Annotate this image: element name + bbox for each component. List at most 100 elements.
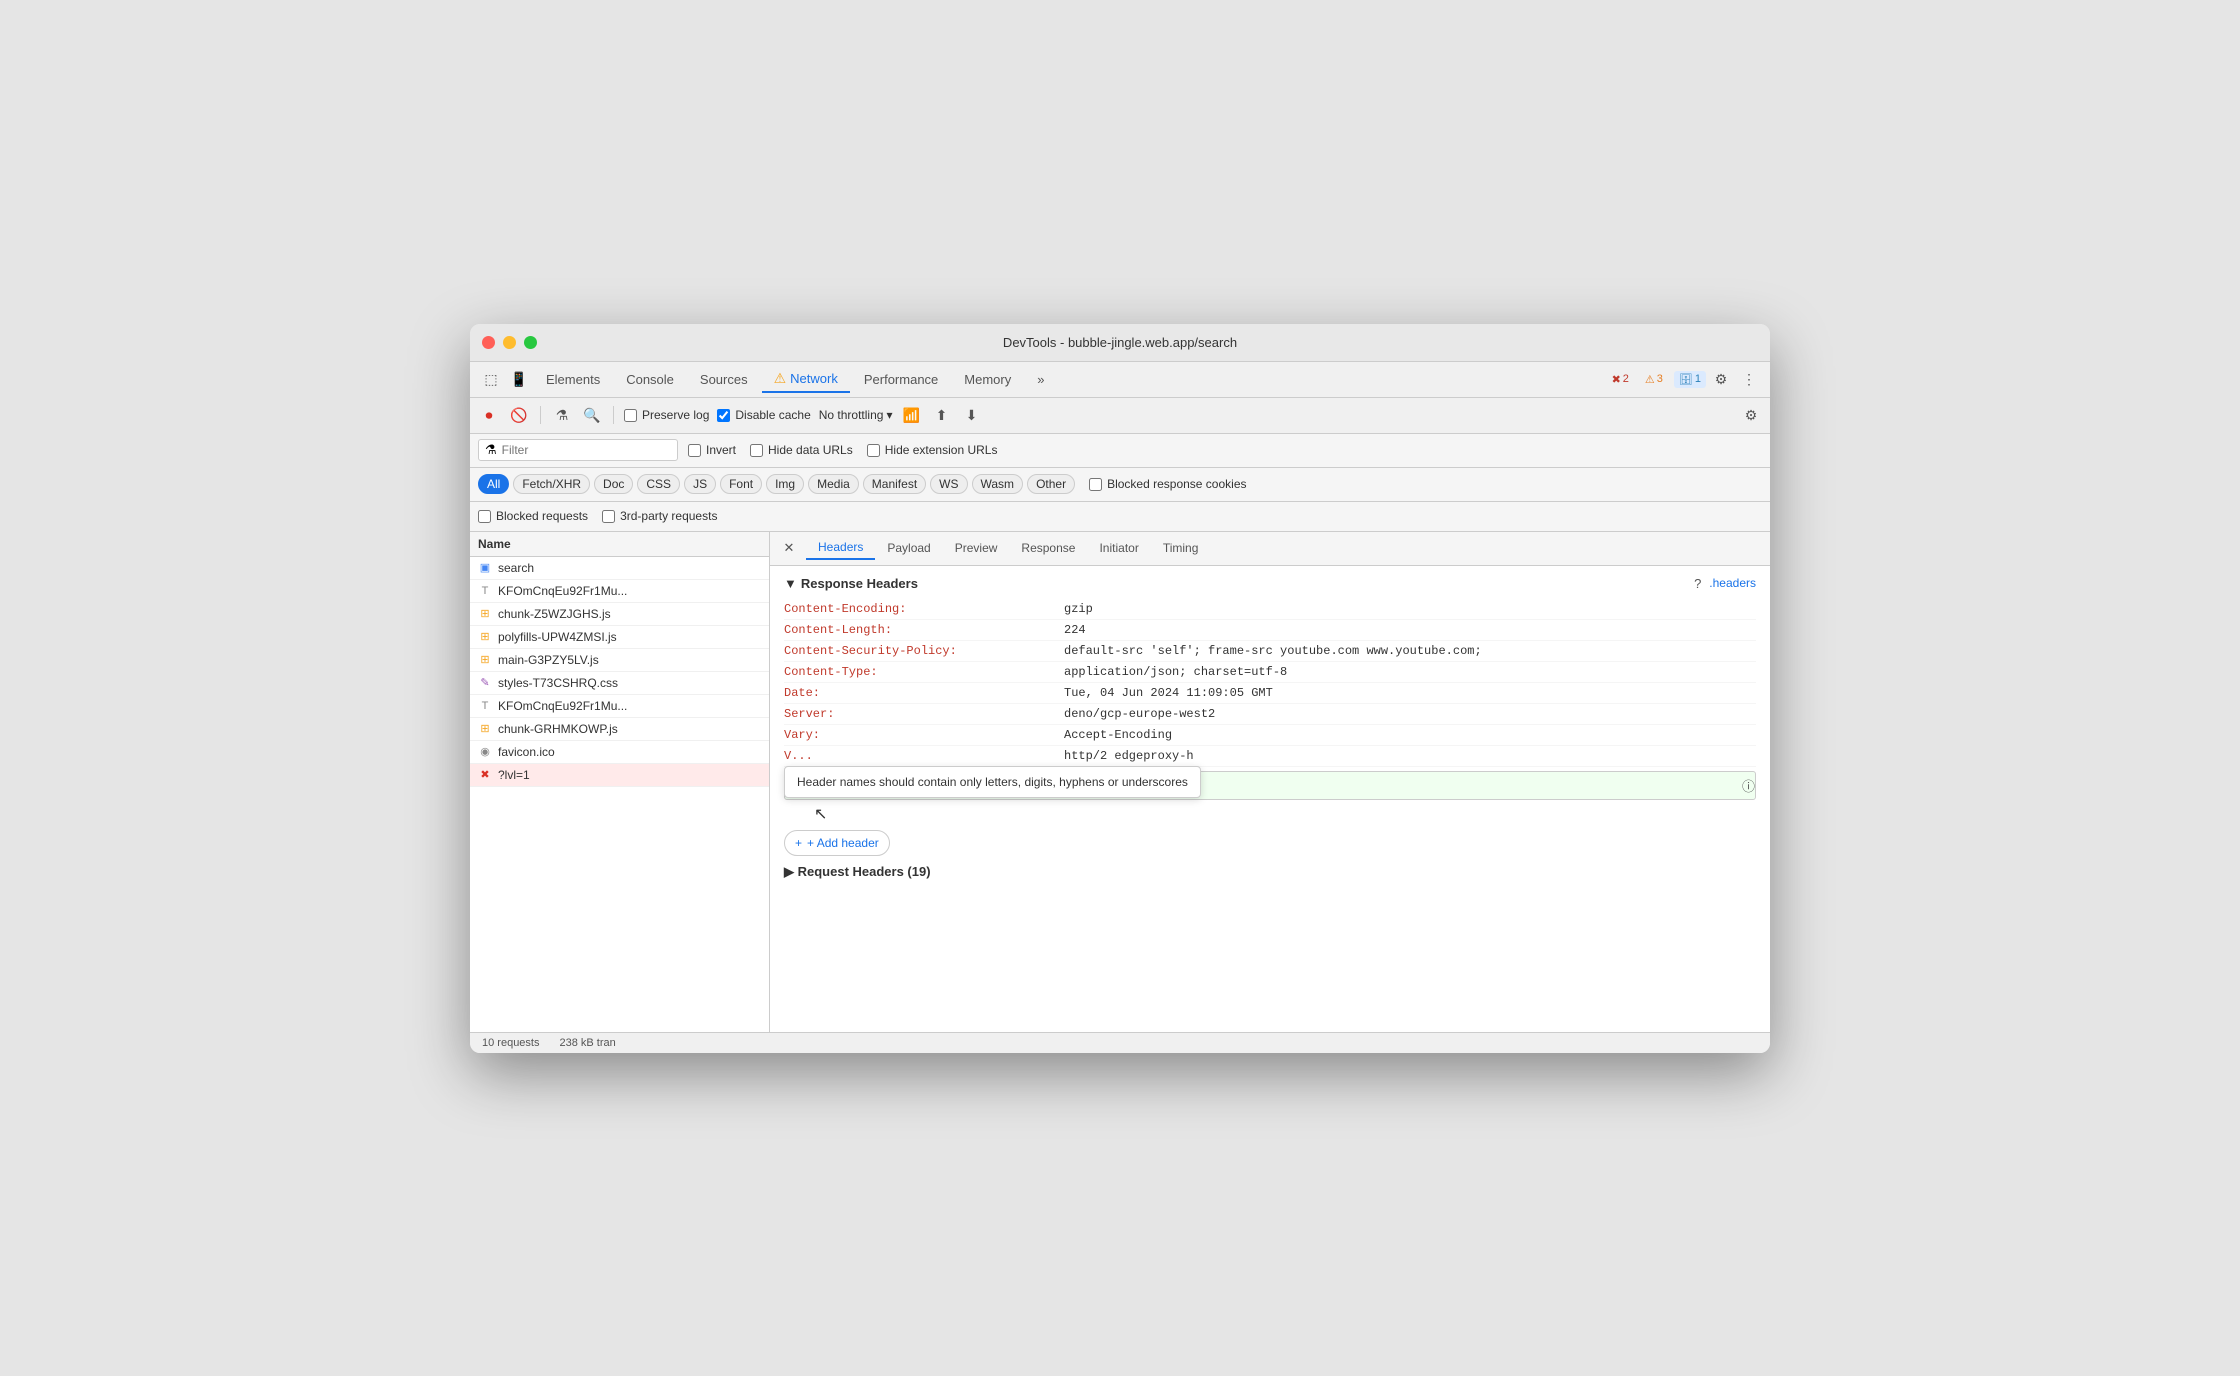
tab-elements[interactable]: Elements <box>534 368 612 391</box>
header-info-icon[interactable]: ⓘ <box>1742 776 1755 795</box>
cursor-area: ↖ <box>784 804 1756 824</box>
exclamation-badge: !!! <box>955 776 980 794</box>
invert-label[interactable]: Invert <box>688 443 736 457</box>
throttle-selector[interactable]: No throttling ▾ <box>819 408 893 422</box>
detail-close-button[interactable]: ✕ <box>778 537 800 559</box>
response-headers-list: Content-Encoding: gzip Content-Length: 2… <box>784 599 1756 767</box>
info-count[interactable]: 🗄 1 <box>1674 371 1706 388</box>
type-btn-fetch[interactable]: Fetch/XHR <box>513 474 590 494</box>
blocked-requests-checkbox[interactable] <box>478 510 491 523</box>
device-toolbar-icon[interactable]: 📱 <box>506 366 532 392</box>
filter-checkboxes: Invert Hide data URLs Hide extension URL… <box>688 443 997 457</box>
ico-icon: ◉ <box>478 745 492 759</box>
maximize-button[interactable] <box>524 336 537 349</box>
detail-panel: ✕ Headers Payload Preview Response Initi… <box>770 532 1770 1032</box>
hide-data-urls-label[interactable]: Hide data URLs <box>750 443 853 457</box>
list-item[interactable]: ◉ favicon.ico <box>470 741 769 764</box>
blocked-cookies-label[interactable]: Blocked response cookies <box>1089 477 1246 491</box>
transferred-size: 238 kB tran <box>559 1037 615 1049</box>
tab-console[interactable]: Console <box>614 368 686 391</box>
request-headers-section: ▶ Request Headers (19) <box>784 864 1756 880</box>
list-item[interactable]: ⊞ chunk-GRHMKOWP.js <box>470 718 769 741</box>
type-filter-row: All Fetch/XHR Doc CSS JS Font Img Media … <box>470 468 1770 502</box>
detail-content: ▼ Response Headers ? .headers Content-En… <box>770 566 1770 1032</box>
file-list: Name ▣ search T KFOmCnqEu92Fr1Mu... ⊞ ch… <box>470 532 770 1032</box>
tab-initiator[interactable]: Initiator <box>1087 537 1150 559</box>
clear-button[interactable]: 🚫 <box>508 404 530 426</box>
tab-preview[interactable]: Preview <box>943 537 1010 559</box>
list-item[interactable]: ▣ search <box>470 557 769 580</box>
type-btn-wasm[interactable]: Wasm <box>972 474 1024 494</box>
type-btn-js[interactable]: JS <box>684 474 716 494</box>
download-icon[interactable]: ⬇ <box>960 404 982 426</box>
type-btn-img[interactable]: Img <box>766 474 804 494</box>
invert-checkbox[interactable] <box>688 444 701 457</box>
error-count[interactable]: ✖ 2 <box>1607 371 1634 388</box>
settings-icon[interactable]: ⚙ <box>1708 366 1734 392</box>
type-btn-all[interactable]: All <box>478 474 509 494</box>
list-item-selected[interactable]: ✖ ?lvl=1 <box>470 764 769 787</box>
header-separator: : <box>980 778 1000 793</box>
third-party-label[interactable]: 3rd-party requests <box>602 509 717 523</box>
tab-response[interactable]: Response <box>1009 537 1087 559</box>
tab-memory[interactable]: Memory <box>952 368 1023 391</box>
hide-extension-checkbox[interactable] <box>867 444 880 457</box>
tab-payload[interactable]: Payload <box>875 537 942 559</box>
type-btn-media[interactable]: Media <box>808 474 859 494</box>
warning-count[interactable]: ⚠ 3 <box>1640 371 1668 388</box>
request-headers-title[interactable]: ▶ Request Headers (19) <box>784 864 1756 880</box>
js-icon: ⊞ <box>478 630 492 644</box>
third-party-checkbox[interactable] <box>602 510 615 523</box>
delete-header-button[interactable]: ✖ <box>785 777 797 794</box>
preserve-log-label[interactable]: Preserve log <box>624 408 709 422</box>
tab-more[interactable]: » <box>1025 368 1056 391</box>
js-icon: ⊞ <box>478 607 492 621</box>
type-btn-font[interactable]: Font <box>720 474 762 494</box>
network-icon-1[interactable]: 📶 <box>900 404 922 426</box>
type-btn-manifest[interactable]: Manifest <box>863 474 926 494</box>
custom-header-value-input[interactable] <box>999 778 1742 792</box>
preserve-log-checkbox[interactable] <box>624 409 637 422</box>
blocked-requests-label[interactable]: Blocked requests <box>478 509 588 523</box>
headers-file-link[interactable]: .headers <box>1709 576 1756 590</box>
minimize-button[interactable] <box>503 336 516 349</box>
filter-box[interactable]: ⚗ <box>478 439 678 461</box>
type-btn-other[interactable]: Other <box>1027 474 1075 494</box>
more-options-icon[interactable]: ⋮ <box>1736 366 1762 392</box>
help-icon[interactable]: ? <box>1694 576 1701 591</box>
blocked-row: Blocked requests 3rd-party requests <box>470 502 1770 532</box>
search-icon[interactable]: 🔍 <box>581 404 603 426</box>
element-picker-icon[interactable]: ⬚ <box>478 366 504 392</box>
tab-sources[interactable]: Sources <box>688 368 760 391</box>
record-button[interactable]: ⏺ <box>478 404 500 426</box>
content-area: Name ▣ search T KFOmCnqEu92Fr1Mu... ⊞ ch… <box>470 532 1770 1032</box>
tab-headers[interactable]: Headers <box>806 536 875 560</box>
tab-performance[interactable]: Performance <box>852 368 950 391</box>
section-actions: ? .headers <box>1694 576 1756 591</box>
close-button[interactable] <box>482 336 495 349</box>
hide-data-urls-checkbox[interactable] <box>750 444 763 457</box>
filter-icon[interactable]: ⚗ <box>551 404 573 426</box>
custom-header-name-input[interactable] <box>803 778 955 792</box>
list-item[interactable]: ⊞ polyfills-UPW4ZMSI.js <box>470 626 769 649</box>
collapse-icon[interactable]: ▼ <box>784 576 797 591</box>
type-btn-css[interactable]: CSS <box>637 474 680 494</box>
upload-icon[interactable]: ⬆ <box>930 404 952 426</box>
doc-icon: ▣ <box>478 561 492 575</box>
network-settings-icon[interactable]: ⚙ <box>1740 404 1762 426</box>
add-header-button[interactable]: + + Add header <box>784 830 890 856</box>
filter-input[interactable] <box>502 443 652 457</box>
list-item[interactable]: T KFOmCnqEu92Fr1Mu... <box>470 695 769 718</box>
list-item[interactable]: ✎ styles-T73CSHRQ.css <box>470 672 769 695</box>
disable-cache-label[interactable]: Disable cache <box>717 408 810 422</box>
tab-timing[interactable]: Timing <box>1151 537 1211 559</box>
type-btn-ws[interactable]: WS <box>930 474 967 494</box>
list-item[interactable]: ⊞ main-G3PZY5LV.js <box>470 649 769 672</box>
hide-extension-label[interactable]: Hide extension URLs <box>867 443 998 457</box>
disable-cache-checkbox[interactable] <box>717 409 730 422</box>
blocked-cookies-checkbox[interactable] <box>1089 478 1102 491</box>
type-btn-doc[interactable]: Doc <box>594 474 633 494</box>
tab-network[interactable]: ⚠ Network <box>762 366 850 393</box>
list-item[interactable]: T KFOmCnqEu92Fr1Mu... <box>470 580 769 603</box>
list-item[interactable]: ⊞ chunk-Z5WZJGHS.js <box>470 603 769 626</box>
